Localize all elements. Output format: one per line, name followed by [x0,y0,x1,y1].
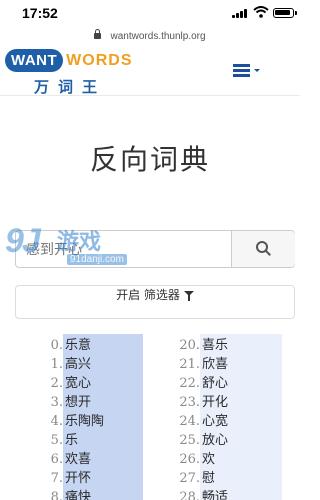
result-word: 乐陶陶 [65,414,105,429]
list-item[interactable]: 22. 舒心 [170,372,280,391]
result-index: 22. [179,376,200,391]
result-word: 慰 [202,471,216,486]
list-item[interactable]: 5. 乐 [35,429,145,448]
result-index: 6. [50,452,63,467]
result-index: 21. [179,357,200,372]
result-index: 28. [179,490,200,500]
result-index: 24. [179,414,200,429]
result-word: 想开 [65,395,92,410]
result-word: 欢喜 [65,452,92,467]
result-word: 开化 [202,395,229,410]
logo-words: WORDS [66,51,133,69]
filter-label: 开启 筛选器 [116,288,180,302]
results-column-left: 0. 乐意 1. 高兴 2. 宽心 3. 想开 4. 乐陶陶 5. 乐 6. 欢喜 7. 开怀 … [35,334,145,500]
lock-icon [94,28,102,39]
list-item[interactable]: 8. 痛快 [35,486,145,500]
battery-icon [273,8,297,18]
result-index: 27. [179,471,200,486]
search-button[interactable] [231,231,295,267]
list-item[interactable]: 28. 畅适 [170,486,280,500]
result-word: 放心 [202,433,229,448]
result-index: 2. [50,376,63,391]
results-column-right: 20. 喜乐 21. 欣喜 22. 舒心 23. 开化 24. 心宽 25. 放心 26. 欢… [170,334,282,500]
wifi-icon [253,6,269,18]
result-index: 0. [50,338,63,353]
list-item[interactable]: 3. 想开 [35,391,145,410]
result-word: 高兴 [65,357,92,372]
list-item[interactable]: 23. 开化 [170,391,280,410]
url-text: wantwords.thunlp.org [110,31,206,42]
funnel-icon [183,291,194,301]
result-word: 痛快 [65,490,92,500]
site-header: WANT WORDS 万词王 [0,44,300,96]
browser-url-bar[interactable]: wantwords.thunlp.org [0,26,300,42]
site-logo[interactable]: WANT WORDS [5,49,133,72]
result-word: 乐 [65,433,79,448]
list-item[interactable]: 27. 慰 [170,467,280,486]
list-item[interactable]: 1. 高兴 [35,353,145,372]
result-index: 20. [179,338,200,353]
list-item[interactable]: 26. 欢 [170,448,280,467]
result-index: 26. [179,452,200,467]
search-icon [256,241,270,255]
result-index: 4. [50,414,63,429]
list-item[interactable]: 24. 心宽 [170,410,280,429]
chevron-down-icon [254,69,260,72]
list-item[interactable]: 7. 开怀 [35,467,145,486]
page-title: 反向词典 [89,143,210,176]
result-index: 5. [50,433,63,448]
hamburger-menu-button[interactable] [230,62,264,80]
result-word: 乐意 [65,338,92,353]
result-word: 欢 [202,452,216,467]
result-word: 喜乐 [202,338,229,353]
result-word: 畅适 [202,490,229,500]
status-time: 17:52 [22,5,58,21]
result-index: 1. [50,357,63,372]
list-item[interactable]: 21. 欣喜 [170,353,280,372]
list-item[interactable]: 20. 喜乐 [170,334,280,353]
results-list: 0. 乐意 1. 高兴 2. 宽心 3. 想开 4. 乐陶陶 5. 乐 6. 欢喜 7. 开怀 … [0,334,300,500]
list-item[interactable]: 0. 乐意 [35,334,145,353]
list-item[interactable]: 6. 欢喜 [35,448,145,467]
filter-toggle-button[interactable]: 开启 筛选器 [15,285,295,319]
result-word: 心宽 [202,414,229,429]
result-word: 舒心 [202,376,229,391]
status-bar: 17:52 [0,0,300,24]
result-index: 8. [50,490,63,500]
result-index: 25. [179,433,200,448]
result-index: 23. [179,395,200,410]
result-word: 欣喜 [202,357,229,372]
cellular-signal-icon [232,9,248,18]
result-word: 宽心 [65,376,92,391]
result-index: 7. [50,471,63,486]
list-item[interactable]: 4. 乐陶陶 [35,410,145,429]
search-input[interactable] [16,231,231,267]
list-item[interactable]: 25. 放心 [170,429,280,448]
logo-chinese-name: 万词王 [34,78,107,96]
search-bar [15,230,295,268]
result-word: 开怀 [65,471,92,486]
list-item[interactable]: 2. 宽心 [35,372,145,391]
logo-want: WANT [5,49,64,72]
result-index: 3. [50,395,63,410]
